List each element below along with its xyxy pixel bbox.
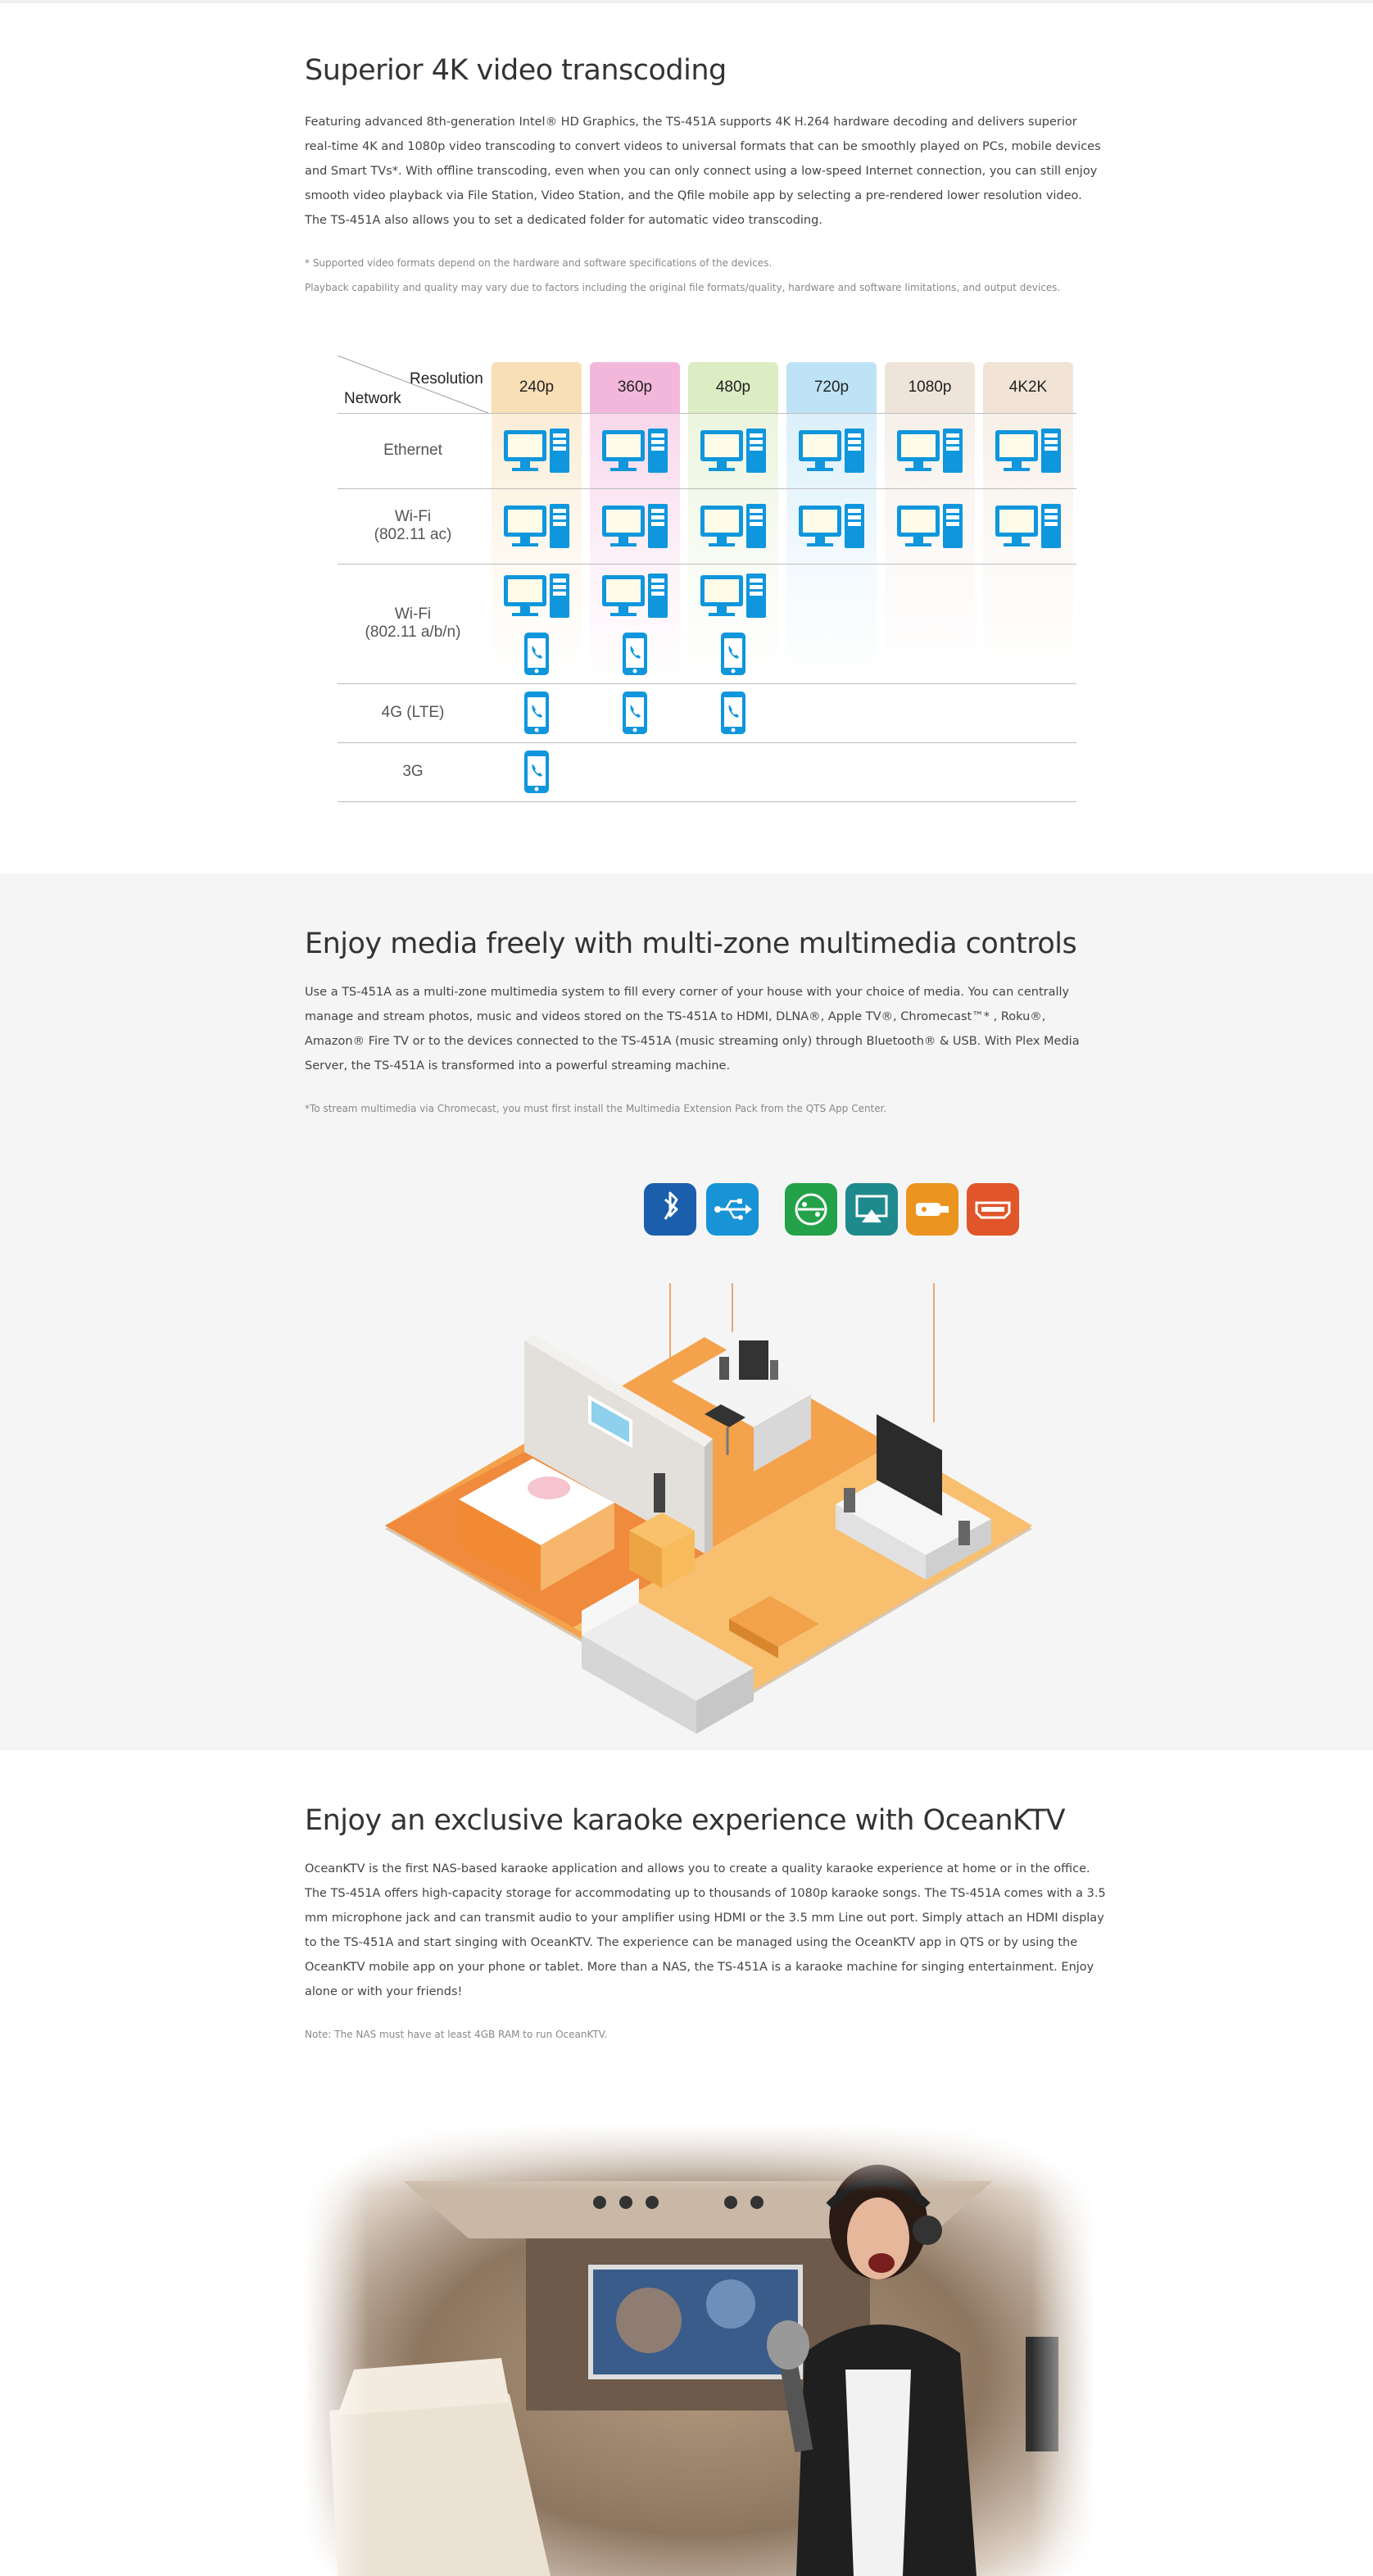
hdmi-icon	[967, 1183, 1019, 1236]
table-row-divider	[338, 488, 1076, 489]
column-header-240p: 240p	[492, 362, 582, 413]
table-row-divider	[338, 413, 1076, 414]
footnote-ram: Note: The NAS must have at least 4GB RAM…	[305, 2029, 608, 2040]
mobile-phone-icon	[621, 690, 649, 740]
table-row-divider	[338, 683, 1076, 684]
table-row-divider	[338, 801, 1076, 802]
mobile-phone-icon	[523, 690, 551, 740]
column-header-1080p: 1080p	[885, 362, 975, 413]
section-body: OceanKTV is the first NAS-based karaoke …	[305, 1862, 1106, 1998]
desktop-computer-icon	[797, 502, 866, 554]
desktop-computer-icon	[502, 502, 571, 554]
column-header-label: 240p	[519, 379, 555, 396]
column-header-4k2k: 4K2K	[983, 362, 1073, 413]
desktop-computer-icon	[502, 572, 571, 624]
table-row-divider	[338, 742, 1076, 743]
footnote-chromecast: *To stream multimedia via Chromecast, yo…	[305, 1103, 887, 1114]
usb-icon	[706, 1183, 759, 1236]
mobile-phone-icon	[523, 749, 551, 799]
desktop-computer-icon	[994, 427, 1063, 478]
desktop-computer-icon	[600, 502, 669, 554]
desktop-computer-icon	[895, 427, 964, 478]
desktop-computer-icon	[600, 427, 669, 478]
multizone-section: Enjoy media freely with multi-zone multi…	[0, 873, 1373, 1750]
desktop-computer-icon	[994, 502, 1063, 554]
desktop-computer-icon	[699, 427, 768, 478]
column-header-720p: 720p	[786, 362, 877, 413]
section-title: Enjoy an exclusive karaoke experience wi…	[305, 1804, 1066, 1837]
column-header-480p: 480p	[688, 362, 778, 413]
desktop-computer-icon	[797, 427, 866, 478]
column-header-360p: 360p	[590, 362, 680, 413]
desktop-computer-icon	[699, 572, 768, 624]
airplay-icon	[845, 1183, 898, 1236]
row-label: 4G (LTE)	[381, 704, 445, 721]
column-header-label: 480p	[715, 379, 751, 396]
dlna-icon	[785, 1183, 837, 1236]
mobile-phone-icon	[719, 631, 747, 681]
section-title: Enjoy media freely with multi-zone multi…	[305, 927, 1077, 960]
column-header-label: 720p	[813, 379, 850, 396]
karaoke-section: Enjoy an exclusive karaoke experience wi…	[0, 1750, 1373, 2576]
section-body: Featuring advanced 8th-generation Intel®…	[305, 116, 1101, 227]
footnote-playback: Playback capability and quality may vary…	[305, 282, 1061, 293]
media-stick-icon	[906, 1183, 958, 1236]
section-title: Superior 4K video transcoding	[305, 54, 727, 87]
row-label: Wi-Fi (802.11 a/b/n)	[365, 605, 461, 641]
header-network: Network	[344, 390, 401, 407]
section-body: Use a TS-451A as a multi-zone multimedia…	[305, 986, 1080, 1073]
transcoding-table: Resolution Network 240p 360p 480p 720p 1080p…	[338, 356, 1076, 814]
row-label: 3G	[402, 763, 424, 780]
mobile-phone-icon	[523, 631, 551, 681]
row-label: Ethernet	[383, 442, 442, 459]
header-resolution: Resolution	[410, 370, 483, 388]
desktop-computer-icon	[699, 502, 768, 554]
desktop-computer-icon	[502, 427, 571, 478]
column-header-label: 4K2K	[1008, 379, 1048, 396]
column-header-label: 360p	[617, 379, 653, 396]
row-label: Wi-Fi (802.11 ac)	[374, 508, 452, 543]
footnote-formats: * Supported video formats depend on the …	[305, 257, 773, 269]
multizone-room-illustration	[385, 1283, 1032, 1734]
karaoke-photo	[305, 2124, 1094, 2576]
table-row-divider	[338, 564, 1076, 565]
transcoding-section: Superior 4K video transcoding Featuring …	[0, 3, 1373, 873]
column-header-label: 1080p	[908, 379, 952, 396]
desktop-computer-icon	[895, 502, 964, 554]
desktop-computer-icon	[600, 572, 669, 624]
mobile-phone-icon	[621, 631, 649, 681]
bluetooth-icon	[644, 1183, 696, 1236]
mobile-phone-icon	[719, 690, 747, 740]
